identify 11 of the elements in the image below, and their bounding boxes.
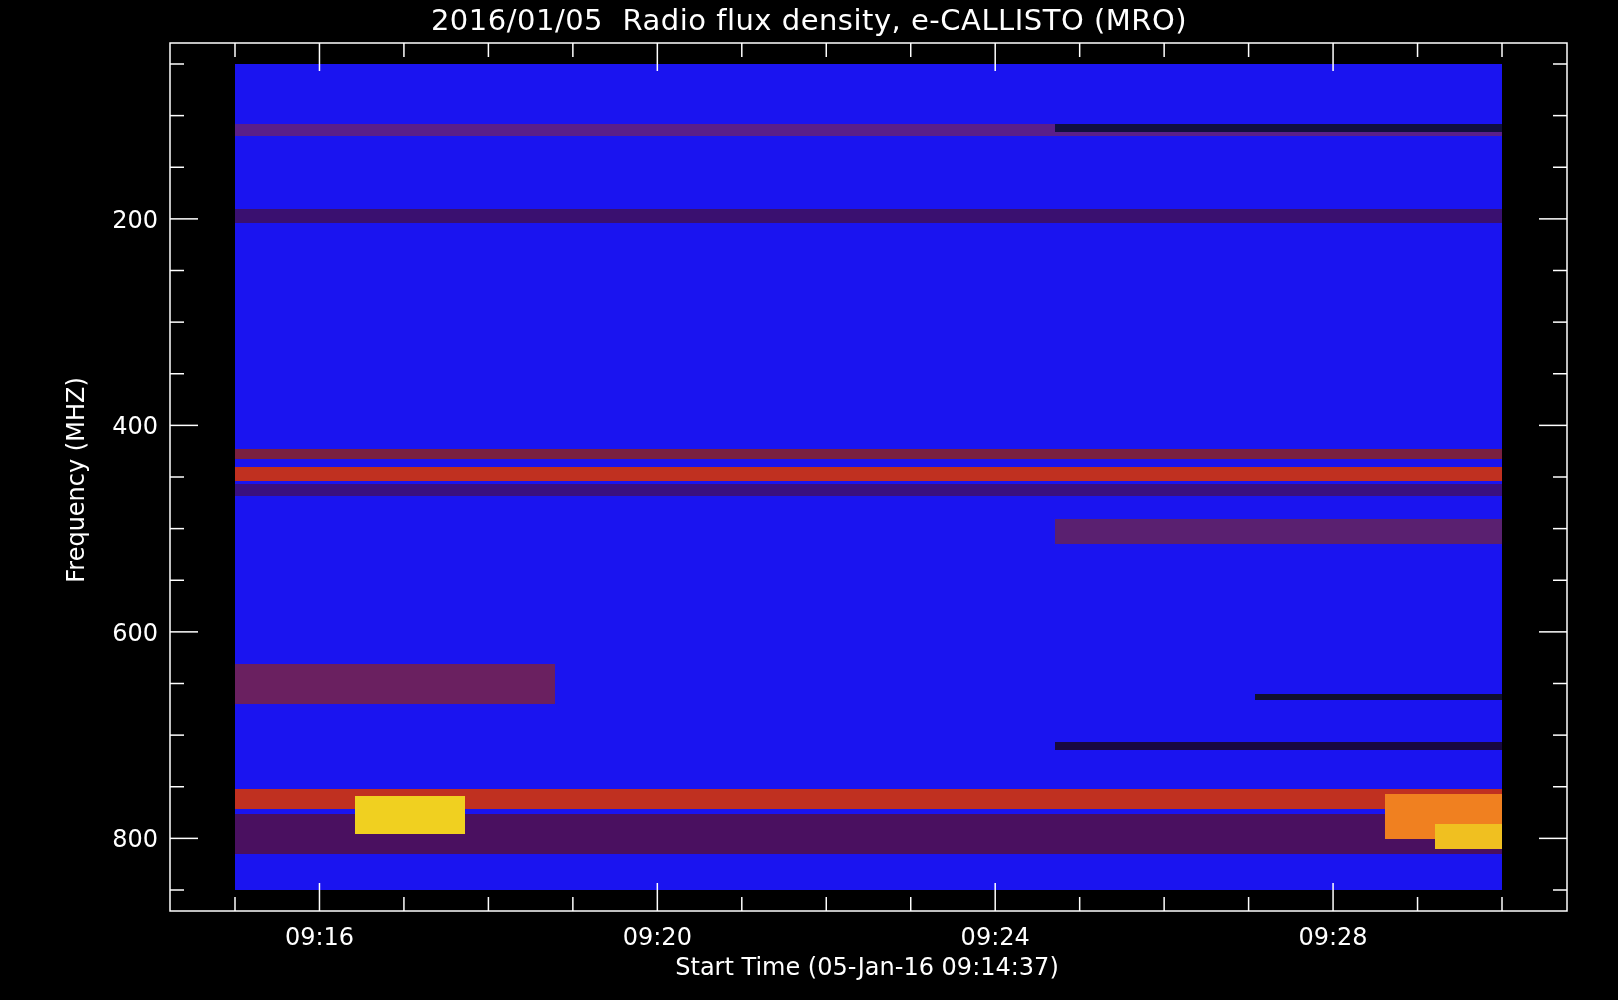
axis-tick-label: 800	[112, 825, 158, 854]
axis-tick-label: 09:28	[1298, 923, 1368, 951]
axis-tick-label: 09:24	[960, 923, 1030, 951]
axis-title: Frequency (MHZ)	[62, 377, 90, 583]
plot-title: 2016/01/05 Radio flux density, e-CALLISTO (MRO)	[430, 2, 1188, 39]
axis-title: Start Time (05-Jan-16 09:14:37)	[675, 953, 1059, 981]
axis-tick-label: 600	[112, 618, 158, 647]
axis-tick-label: 09:20	[622, 923, 692, 951]
axis-tick-label: 200	[112, 205, 158, 234]
axis-tick-label: 400	[112, 412, 158, 441]
axis-tick-label: 09:16	[284, 923, 355, 951]
